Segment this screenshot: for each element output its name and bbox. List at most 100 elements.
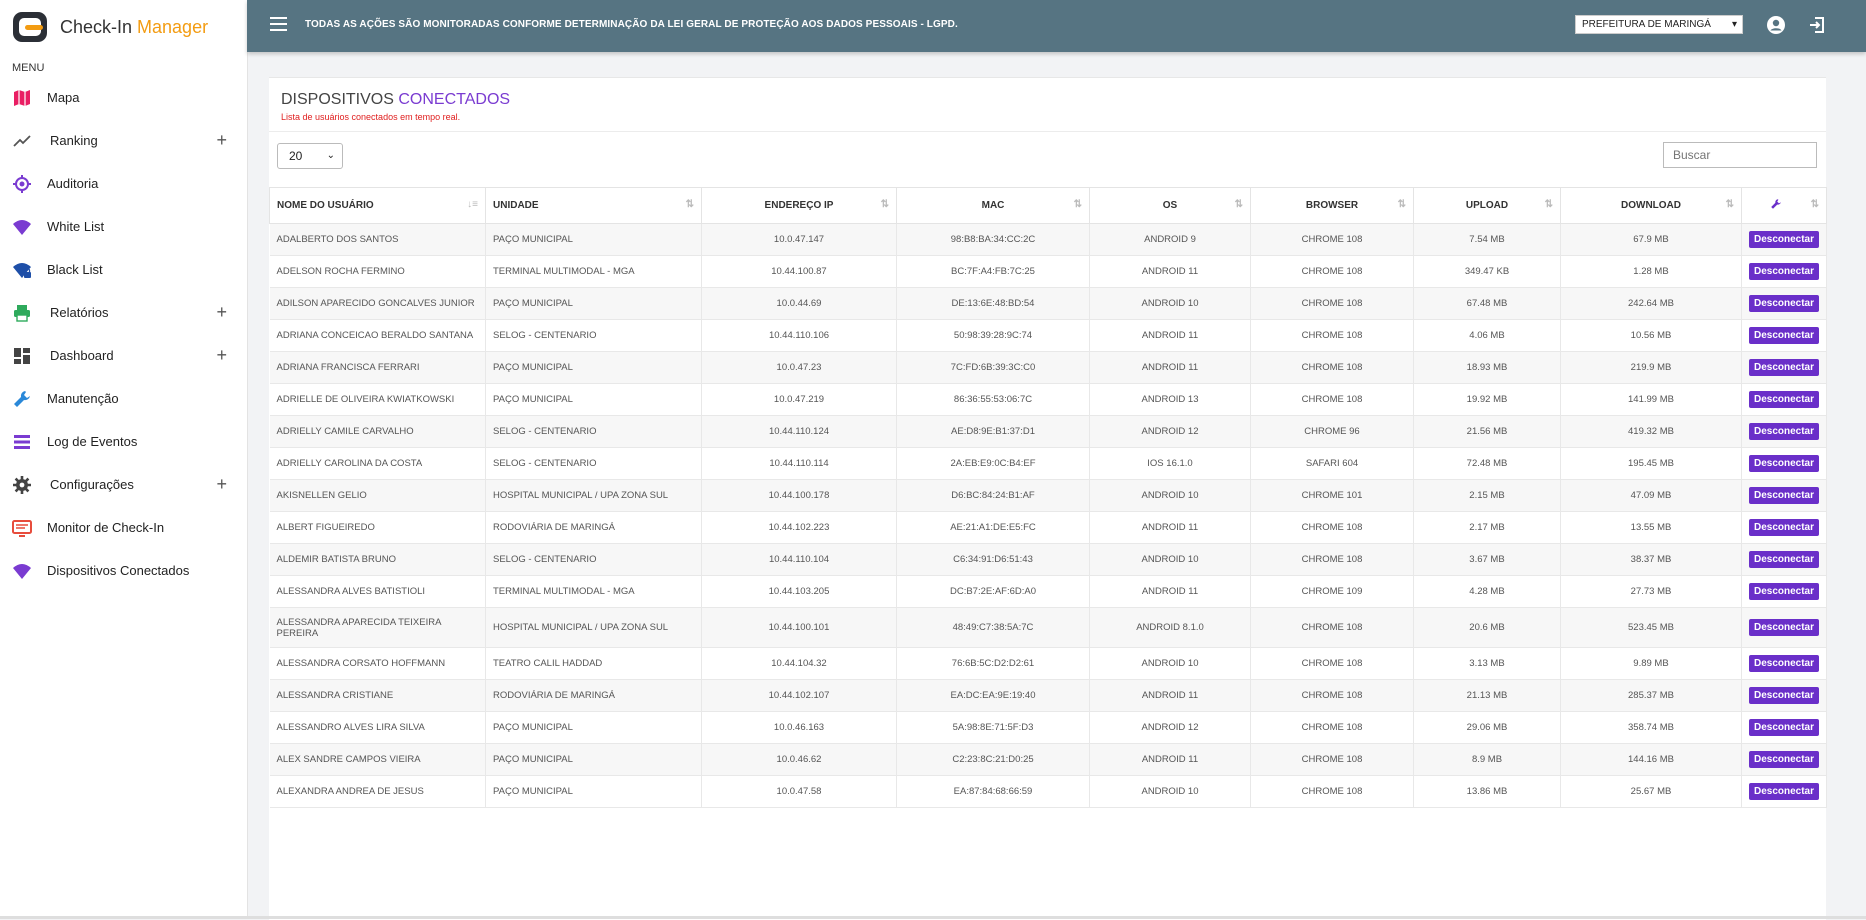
column-header[interactable]: ENDEREÇO IP ⇅	[701, 187, 897, 224]
prefeitura-select-value: PREFEITURA DE MARINGÁ	[1582, 19, 1711, 30]
sort-icon: ⇅	[685, 199, 694, 210]
chevron-down-icon: ⌄	[326, 150, 335, 161]
disconnect-button[interactable]: Desconectar	[1748, 751, 1820, 768]
column-header[interactable]: NOME DO USUÁRIO ↓≡	[269, 187, 486, 224]
cell-nome: ALESSANDRA APARECIDA TEIXEIRA PEREIRA	[269, 607, 486, 648]
cell-action: Desconectar	[1741, 647, 1827, 680]
cell-upload: 8.9 MB	[1413, 743, 1561, 776]
sidebar-item-black-list[interactable]: Black List	[0, 248, 247, 291]
sidebar-item-mapa[interactable]: Mapa	[0, 76, 247, 119]
cell-action: Desconectar	[1741, 775, 1827, 808]
cell-mac: 5A:98:8E:71:5F:D3	[896, 711, 1090, 744]
wifi-icon	[12, 217, 32, 237]
disconnect-button[interactable]: Desconectar	[1748, 687, 1820, 704]
cell-upload: 21.56 MB	[1413, 415, 1561, 448]
expand-plus-icon[interactable]: +	[216, 302, 227, 323]
cell-mac: DC:B7:2E:AF:6D:A0	[896, 575, 1090, 608]
page-title: DISPOSITIVOS CONECTADOS	[281, 91, 511, 108]
cell-download: 242.64 MB	[1560, 287, 1742, 320]
sidebar-item-ranking[interactable]: Ranking +	[0, 119, 247, 162]
cell-nome: ADALBERTO DOS SANTOS	[269, 223, 486, 256]
column-header[interactable]: UNIDADE ⇅	[485, 187, 702, 224]
disconnect-button[interactable]: Desconectar	[1748, 719, 1820, 736]
cell-action: Desconectar	[1741, 743, 1827, 776]
cell-unidade: PAÇO MUNICIPAL	[485, 711, 702, 744]
expand-plus-icon[interactable]: +	[216, 345, 227, 366]
user-account-icon[interactable]	[1766, 15, 1786, 35]
sidebar-item-monitor-de-check-in[interactable]: Monitor de Check-In	[0, 506, 247, 549]
disconnect-button[interactable]: Desconectar	[1748, 551, 1820, 568]
cell-unidade: PAÇO MUNICIPAL	[485, 351, 702, 384]
cell-unidade: TERMINAL MULTIMODAL - MGA	[485, 255, 702, 288]
menu-toggle-icon[interactable]	[270, 17, 287, 31]
disconnect-button[interactable]: Desconectar	[1748, 519, 1820, 536]
column-header[interactable]: OS ⇅	[1089, 187, 1251, 224]
sidebar-item-relat-rios[interactable]: Relatórios +	[0, 291, 247, 334]
expand-plus-icon[interactable]: +	[216, 474, 227, 495]
cell-browser: CHROME 108	[1250, 679, 1414, 712]
disconnect-button[interactable]: Desconectar	[1748, 783, 1820, 800]
disconnect-button[interactable]: Desconectar	[1748, 295, 1820, 312]
disconnect-button[interactable]: Desconectar	[1748, 455, 1820, 472]
cell-browser: CHROME 108	[1250, 775, 1414, 808]
logout-icon[interactable]	[1807, 15, 1827, 35]
cell-os: ANDROID 10	[1089, 287, 1251, 320]
sidebar-item-dashboard[interactable]: Dashboard +	[0, 334, 247, 377]
page-size-select[interactable]: 20 ⌄	[277, 143, 343, 169]
cell-mac: C6:34:91:D6:51:43	[896, 543, 1090, 576]
sidebar-item-manuten-o[interactable]: Manutenção	[0, 377, 247, 420]
column-header[interactable]: BROWSER ⇅	[1250, 187, 1414, 224]
sidebar: Check-In Manager MENU Mapa Ranking + Audito…	[0, 0, 248, 919]
cell-unidade: RODOVIÁRIA DE MARINGÁ	[485, 511, 702, 544]
cell-unidade: PAÇO MUNICIPAL	[485, 383, 702, 416]
cell-os: ANDROID 11	[1089, 743, 1251, 776]
app-logo[interactable]: Check-In Manager	[0, 0, 247, 54]
prefeitura-select[interactable]: PREFEITURA DE MARINGÁ ▾	[1575, 15, 1743, 34]
cell-unidade: TERMINAL MULTIMODAL - MGA	[485, 575, 702, 608]
disconnect-button[interactable]: Desconectar	[1748, 655, 1820, 672]
sidebar-item-log-de-eventos[interactable]: Log de Eventos	[0, 420, 247, 463]
expand-plus-icon[interactable]: +	[216, 130, 227, 151]
table-row: ADALBERTO DOS SANTOS PAÇO MUNICIPAL 10.0.4…	[269, 223, 1827, 256]
disconnect-button[interactable]: Desconectar	[1748, 487, 1820, 504]
sidebar-nav: Mapa Ranking + Auditoria White List Black Lis…	[0, 76, 247, 592]
column-header[interactable]: DOWNLOAD ⇅	[1560, 187, 1742, 224]
cell-os: ANDROID 10	[1089, 647, 1251, 680]
cell-os: ANDROID 9	[1089, 223, 1251, 256]
cell-unidade: PAÇO MUNICIPAL	[485, 775, 702, 808]
checkin-logo-icon	[13, 12, 47, 42]
column-header[interactable]: UPLOAD ⇅	[1413, 187, 1561, 224]
column-header-label: BROWSER	[1305, 200, 1359, 211]
sidebar-item-dispositivos-conectados[interactable]: Dispositivos Conectados	[0, 549, 247, 592]
list-icon	[12, 432, 32, 452]
cell-unidade: SELOG - CENTENARIO	[485, 447, 702, 480]
disconnect-button[interactable]: Desconectar	[1748, 391, 1820, 408]
divider	[269, 131, 1826, 132]
cell-browser: CHROME 108	[1250, 607, 1414, 648]
cell-os: IOS 16.1.0	[1089, 447, 1251, 480]
sidebar-item-label: Dispositivos Conectados	[47, 563, 190, 578]
sort-icon: ⇅	[1073, 199, 1082, 210]
cell-action: Desconectar	[1741, 415, 1827, 448]
cell-os: ANDROID 11	[1089, 679, 1251, 712]
sidebar-item-auditoria[interactable]: Auditoria	[0, 162, 247, 205]
monitor-icon	[12, 518, 32, 538]
disconnect-button[interactable]: Desconectar	[1748, 583, 1820, 600]
dashboard-icon	[12, 346, 32, 366]
column-header[interactable]: MAC ⇅	[896, 187, 1090, 224]
cell-mac: D6:BC:84:24:B1:AF	[896, 479, 1090, 512]
disconnect-button[interactable]: Desconectar	[1748, 231, 1820, 248]
disconnect-button[interactable]: Desconectar	[1748, 359, 1820, 376]
disconnect-button[interactable]: Desconectar	[1748, 619, 1820, 636]
cell-browser: CHROME 108	[1250, 287, 1414, 320]
actions-column-header[interactable]: ⇅	[1741, 187, 1827, 224]
disconnect-button[interactable]: Desconectar	[1748, 423, 1820, 440]
search-input[interactable]	[1663, 142, 1817, 168]
sidebar-item-configura-es[interactable]: Configurações +	[0, 463, 247, 506]
disconnect-button[interactable]: Desconectar	[1748, 263, 1820, 280]
sidebar-item-label: Ranking	[50, 133, 98, 148]
disconnect-button[interactable]: Desconectar	[1748, 327, 1820, 344]
cell-action: Desconectar	[1741, 351, 1827, 384]
sidebar-item-white-list[interactable]: White List	[0, 205, 247, 248]
cell-unidade: RODOVIÁRIA DE MARINGÁ	[485, 679, 702, 712]
